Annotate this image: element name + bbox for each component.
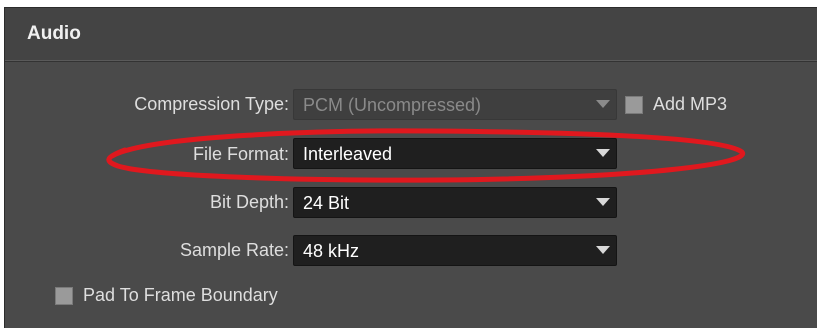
file-format-dropdown[interactable]: Interleaved (293, 138, 617, 169)
panel-header: Audio (5, 8, 817, 61)
bit-depth-value: 24 Bit (303, 193, 350, 213)
add-mp3-checkbox[interactable] (625, 96, 643, 114)
compression-type-dropdown[interactable]: PCM (Uncompressed) (293, 89, 617, 120)
panel-title: Audio (27, 23, 81, 44)
bit-depth-dropdown[interactable]: 24 Bit (293, 187, 617, 218)
compression-type-label: Compression Type: (134, 94, 289, 114)
sample-rate-dropdown[interactable]: 48 kHz (293, 235, 617, 266)
add-mp3-label: Add MP3 (653, 94, 728, 114)
sample-rate-value: 48 kHz (303, 241, 360, 261)
chevron-down-icon (596, 198, 610, 206)
bit-depth-label: Bit Depth: (209, 192, 289, 212)
file-format-label: File Format: (192, 144, 289, 164)
pad-to-frame-checkbox[interactable] (55, 287, 73, 305)
compression-type-value: PCM (Uncompressed) (303, 95, 482, 115)
file-format-value: Interleaved (303, 144, 393, 164)
audio-panel: Audio Compression Type: PCM (Uncompresse… (4, 7, 817, 328)
chevron-down-icon (596, 149, 610, 157)
chevron-down-icon (596, 246, 610, 254)
sample-rate-label: Sample Rate: (179, 240, 289, 260)
chevron-down-icon (596, 100, 610, 108)
pad-to-frame-label: Pad To Frame Boundary (83, 285, 278, 305)
